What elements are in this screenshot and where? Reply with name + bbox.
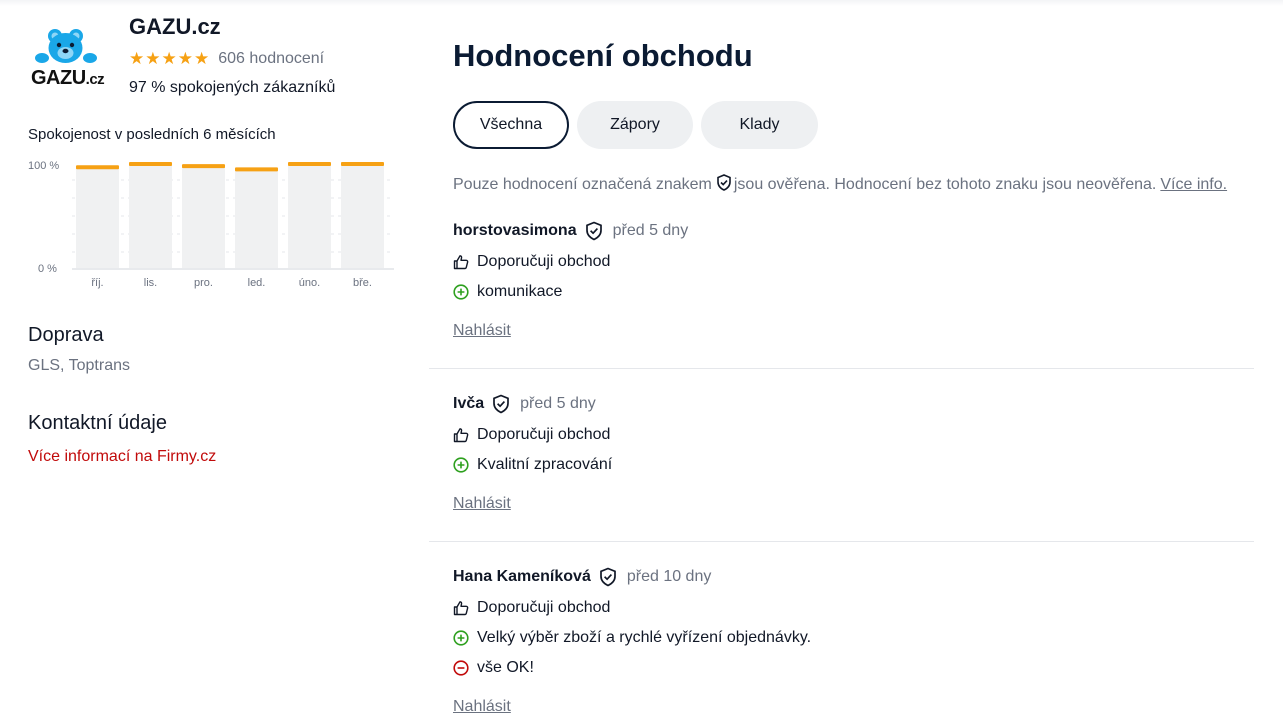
y-tick-label: 100 % (28, 160, 59, 172)
x-tick-label: bře. (353, 277, 372, 289)
pro-line: Kvalitní zpracování (453, 456, 612, 474)
review-author: horstovasimona (453, 222, 577, 239)
notice-text-before: Pouze hodnocení označená znakem (453, 176, 712, 193)
report-link[interactable]: Nahlásit (453, 495, 511, 513)
chart-bar-marker (129, 162, 172, 166)
star-icon: ★ (161, 49, 177, 68)
tab-cons[interactable]: Zápory (577, 101, 693, 149)
top-shade (0, 0, 1283, 6)
tab-pros[interactable]: Klady (701, 101, 818, 149)
filter-tabs: Všechna Zápory Klady (453, 101, 818, 149)
verified-shield-icon (585, 221, 603, 241)
review-divider (429, 541, 1254, 542)
plus-circle-icon (453, 284, 469, 300)
verified-shield-icon (716, 174, 732, 196)
con-text: vše OK! (477, 659, 534, 676)
x-tick-label: říj. (91, 277, 103, 289)
tab-all[interactable]: Všechna (453, 101, 569, 149)
recommend-text: Doporučuji obchod (477, 426, 611, 443)
shop-header: GAZU.cz GAZU.cz ★ ★ ★ ★ ★ 606 hodnocení … (28, 14, 398, 104)
report-link[interactable]: Nahlásit (453, 322, 511, 340)
recommend-line: Doporučuji obchod (453, 599, 610, 617)
recommend-line: Doporučuji obchod (453, 253, 610, 271)
thumbs-up-icon (453, 600, 469, 616)
review-header: Ivča před 5 dny (453, 394, 596, 414)
minus-circle-icon (453, 660, 469, 676)
chart-bar (235, 169, 278, 268)
logo-text: GAZU.cz (31, 67, 105, 89)
more-info-link[interactable]: Více info. (1160, 176, 1227, 194)
contact-title: Kontaktní údaje (28, 412, 167, 434)
review-author: Ivča (453, 395, 485, 412)
review-date: před 5 dny (612, 222, 689, 239)
pro-text: Velký výběr zboží a rychlé vyřízení obje… (477, 629, 812, 646)
thumbs-up-icon (453, 254, 469, 270)
satisfaction-percent: 97 % spokojených zákazníků (129, 79, 336, 96)
chart-bar (288, 164, 331, 268)
review-divider (429, 368, 1254, 369)
review-header: horstovasimona před 5 dny (453, 221, 688, 241)
pro-text: komunikace (477, 283, 563, 300)
pro-text: Kvalitní zpracování (477, 456, 613, 473)
review-author: Hana Kameníková (453, 568, 591, 585)
shop-name[interactable]: GAZU.cz (129, 14, 221, 40)
chart-bar-marker (341, 162, 384, 166)
x-tick-label: pro. (194, 277, 213, 289)
rating-row: ★ ★ ★ ★ ★ 606 hodnocení (129, 50, 324, 68)
plus-circle-icon (453, 457, 469, 473)
con-line: vše OK! (453, 659, 534, 677)
shop-logo[interactable]: GAZU.cz (28, 28, 112, 90)
star-icon: ★ (145, 49, 161, 68)
chart-bar-marker (182, 164, 225, 169)
chart-bar-marker (76, 165, 119, 170)
chart-bar (129, 164, 172, 268)
rating-count[interactable]: 606 hodnocení (218, 50, 324, 68)
satisfaction-chart: 100 % 0 % říj. lis. pro. led. úno. bře. (28, 160, 394, 289)
teddy-bear-icon (35, 29, 97, 63)
chart-bar-marker (288, 162, 331, 166)
x-tick-label: úno. (299, 277, 320, 289)
pro-line: komunikace (453, 283, 562, 301)
star-icon: ★ (177, 49, 193, 68)
x-tick-label: lis. (144, 277, 157, 289)
pro-line: Velký výběr zboží a rychlé vyřízení obje… (453, 629, 811, 647)
recommend-line: Doporučuji obchod (453, 426, 610, 444)
review-date: před 10 dny (626, 568, 712, 585)
chart-bar-marker (235, 167, 278, 172)
star-icon: ★ (194, 49, 210, 68)
delivery-title: Doprava (28, 324, 104, 346)
report-link[interactable]: Nahlásit (453, 698, 511, 716)
plus-circle-icon (453, 630, 469, 646)
x-tick-label: led. (248, 277, 266, 289)
review-date: před 5 dny (520, 395, 596, 412)
thumbs-up-icon (453, 427, 469, 443)
verification-notice: Pouze hodnocení označená znakem jsou ově… (453, 174, 1227, 196)
review-header: Hana Kameníková před 10 dny (453, 567, 711, 587)
chart-bar (182, 166, 225, 268)
notice-text-after: jsou ověřena. Hodnocení bez tohoto znaku… (733, 176, 1157, 193)
delivery-value: GLS, Toptrans (28, 357, 130, 374)
chart-bar (76, 167, 119, 268)
firmy-link[interactable]: Více informací na Firmy.cz (28, 448, 216, 466)
page-title: Hodnocení obchodu (453, 38, 753, 73)
recommend-text: Doporučuji obchod (477, 253, 611, 270)
star-icon: ★ (129, 49, 145, 68)
recommend-text: Doporučuji obchod (477, 599, 611, 616)
verified-shield-icon (492, 394, 510, 414)
verified-shield-icon (599, 567, 617, 587)
rating-stars: ★ ★ ★ ★ ★ (129, 50, 209, 68)
chart-title: Spokojenost v posledních 6 měsících (28, 126, 276, 143)
chart-bar (341, 164, 384, 268)
y-tick-label: 0 % (38, 263, 57, 275)
